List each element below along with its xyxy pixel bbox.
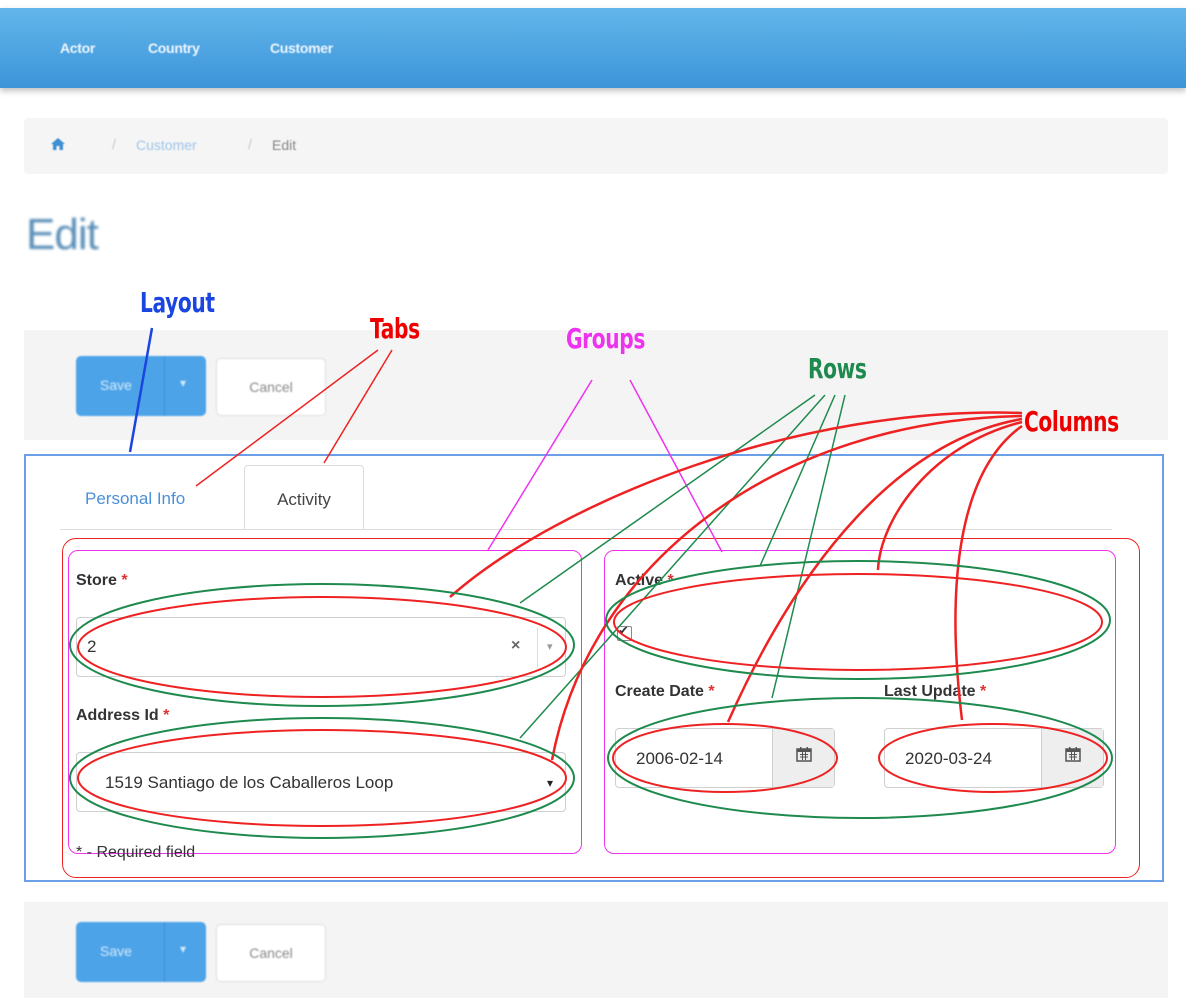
- tabs-annotation: Tabs: [370, 312, 420, 345]
- nav-item-country[interactable]: Country: [148, 40, 200, 56]
- last-update-input[interactable]: 2020-03-24: [884, 728, 1104, 788]
- groups-annotation: Groups: [566, 322, 645, 355]
- store-label: Store *: [76, 572, 128, 590]
- active-required-mark: *: [667, 572, 674, 589]
- rows-annotation: Rows: [808, 352, 867, 385]
- breadcrumb: / Customer / Edit: [24, 118, 1168, 174]
- save-button[interactable]: Save ▾: [76, 356, 206, 416]
- calendar-icon: [773, 746, 834, 767]
- breadcrumb-customer-link[interactable]: Customer: [136, 137, 197, 153]
- cancel-button[interactable]: Cancel: [216, 924, 326, 982]
- group-right: [604, 550, 1116, 854]
- tab-activity[interactable]: Activity: [244, 465, 364, 529]
- save-dropdown-caret-icon[interactable]: ▾: [180, 376, 186, 390]
- create-date-calendar-button[interactable]: [772, 729, 834, 787]
- home-icon[interactable]: [50, 137, 66, 154]
- columns-annotation: Columns: [1024, 405, 1119, 438]
- tab-personal-info[interactable]: Personal Info: [85, 489, 185, 509]
- clear-icon[interactable]: ×: [511, 637, 520, 655]
- create-date-label-text: Create Date: [615, 683, 704, 700]
- last-update-required-mark: *: [980, 683, 987, 700]
- address-select[interactable]: 1519 Santiago de los Caballeros Loop ▾: [76, 752, 566, 812]
- store-value: 2: [87, 637, 97, 656]
- calendar-icon: [1042, 746, 1103, 767]
- required-field-note: * - Required field: [76, 844, 196, 861]
- address-required-mark: *: [163, 707, 170, 724]
- layout-annotation: Layout: [140, 286, 215, 319]
- tab-activity-label: Activity: [277, 490, 331, 509]
- save-button-divider: [164, 922, 165, 982]
- select-divider: [537, 628, 538, 668]
- cancel-button-label: Cancel: [249, 379, 293, 395]
- last-update-value: 2020-03-24: [905, 749, 992, 768]
- active-checkbox[interactable]: ✔: [617, 623, 632, 641]
- cancel-button[interactable]: Cancel: [216, 358, 326, 416]
- store-label-text: Store: [76, 572, 117, 589]
- create-date-input[interactable]: 2006-02-14: [615, 728, 835, 788]
- check-icon: ✔: [618, 623, 629, 638]
- top-navbar: Actor Country Customer: [0, 8, 1186, 88]
- breadcrumb-separator: /: [248, 136, 252, 152]
- create-date-required-mark: *: [708, 683, 715, 700]
- save-button-label: Save: [100, 377, 132, 393]
- nav-item-actor[interactable]: Actor: [60, 40, 95, 56]
- bottom-toolbar: Save ▾ Cancel: [24, 902, 1168, 998]
- breadcrumb-current: Edit: [272, 137, 297, 153]
- last-update-calendar-button[interactable]: [1041, 729, 1103, 787]
- last-update-label-text: Last Update: [884, 683, 976, 700]
- save-dropdown-caret-icon[interactable]: ▾: [180, 942, 186, 956]
- tab-divider: [60, 529, 1112, 530]
- create-date-value: 2006-02-14: [636, 749, 723, 768]
- active-label-text: Active: [615, 572, 664, 589]
- address-label-text: Address Id: [76, 707, 159, 724]
- nav-item-customer[interactable]: Customer: [270, 40, 333, 56]
- active-label: Active *: [615, 572, 674, 590]
- address-label: Address Id *: [76, 707, 169, 725]
- save-button-divider: [164, 356, 165, 416]
- address-value: 1519 Santiago de los Caballeros Loop: [105, 773, 394, 792]
- chevron-down-icon[interactable]: ▾: [547, 776, 553, 790]
- cancel-button-label: Cancel: [249, 945, 293, 961]
- save-button-label: Save: [100, 943, 132, 959]
- create-date-label: Create Date *: [615, 683, 715, 701]
- store-select[interactable]: 2 × ▾: [76, 617, 566, 677]
- breadcrumb-separator: /: [112, 136, 116, 152]
- chevron-down-icon[interactable]: ▾: [547, 640, 553, 653]
- save-button[interactable]: Save ▾: [76, 922, 206, 982]
- last-update-label: Last Update *: [884, 683, 986, 701]
- store-required-mark: *: [121, 572, 128, 589]
- page-title: Edit: [26, 210, 99, 259]
